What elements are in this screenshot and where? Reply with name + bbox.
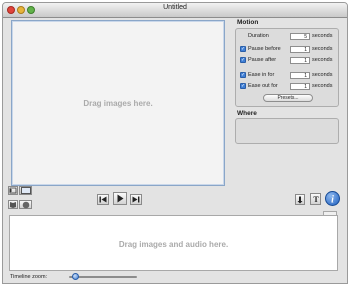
image-drop-placeholder: Drag images here. (83, 99, 153, 108)
duration-unit: seconds (312, 33, 333, 39)
duration-field[interactable]: 5 (290, 33, 310, 40)
presets-button[interactable]: Presets... (263, 94, 313, 102)
skip-back-icon (99, 196, 107, 203)
pause-before-unit: seconds (312, 46, 333, 52)
ease-out-field[interactable]: 1 (290, 83, 310, 90)
play-button[interactable] (113, 192, 127, 205)
pause-after-field[interactable]: 1 (290, 57, 310, 64)
text-button[interactable]: T (310, 193, 321, 205)
ease-out-checkbox[interactable]: ✓ (240, 83, 246, 89)
pause-after-unit: seconds (312, 57, 333, 63)
audio-icon (297, 196, 303, 203)
pause-after-label: Pause after (248, 57, 277, 63)
view-mode-button-2[interactable] (19, 186, 32, 195)
window-title: Untitled (163, 4, 187, 11)
pause-before-label: Pause before (248, 46, 281, 52)
main-window: Untitled Drag images here. Motion Durati… (2, 2, 348, 284)
info-icon: i (331, 195, 334, 206)
pause-after-checkbox[interactable]: ✓ (240, 57, 246, 63)
book-icon (10, 202, 16, 208)
ease-in-label: Ease in for (248, 72, 275, 78)
ease-out-unit: seconds (312, 83, 333, 89)
skip-forward-icon (132, 196, 140, 203)
ease-out-label: Ease out for (248, 83, 278, 89)
ease-in-field[interactable]: 1 (290, 72, 310, 79)
view-mode-button-4[interactable] (19, 200, 32, 209)
ease-in-checkbox[interactable]: ✓ (240, 72, 246, 78)
screen-icon (20, 187, 31, 194)
where-panel[interactable] (235, 118, 339, 144)
title-bar: Untitled (3, 3, 347, 18)
timeline-zoom-label: Timeline zoom: (10, 274, 48, 280)
timeline-zoom-knob[interactable] (72, 273, 80, 280)
timeline-zoom-slider[interactable] (69, 276, 137, 278)
forward-button[interactable] (130, 194, 142, 205)
timeline-placeholder: Drag images and audio here. (118, 240, 229, 249)
motion-section-label: Motion (237, 19, 259, 26)
pause-before-field[interactable]: 1 (290, 46, 310, 53)
rewind-button[interactable] (97, 194, 109, 205)
info-button[interactable]: i (325, 191, 340, 206)
play-icon (117, 194, 124, 203)
text-icon: T (313, 195, 319, 203)
view-mode-button-3[interactable] (8, 200, 18, 209)
timeline-drop-area[interactable]: Drag images and audio here. (9, 215, 338, 271)
filmstrip-icon (9, 187, 17, 194)
view-mode-button-1[interactable] (8, 186, 18, 195)
svg-text:T: T (313, 195, 319, 203)
svg-text:i: i (331, 195, 334, 206)
image-drop-area[interactable]: Drag images here. (11, 20, 225, 186)
where-section-label: Where (237, 110, 257, 117)
duration-label: Duration (248, 33, 269, 39)
ease-in-unit: seconds (312, 72, 333, 78)
globe-icon (22, 201, 29, 208)
audio-button[interactable] (295, 194, 305, 205)
pause-before-checkbox[interactable]: ✓ (240, 46, 246, 52)
